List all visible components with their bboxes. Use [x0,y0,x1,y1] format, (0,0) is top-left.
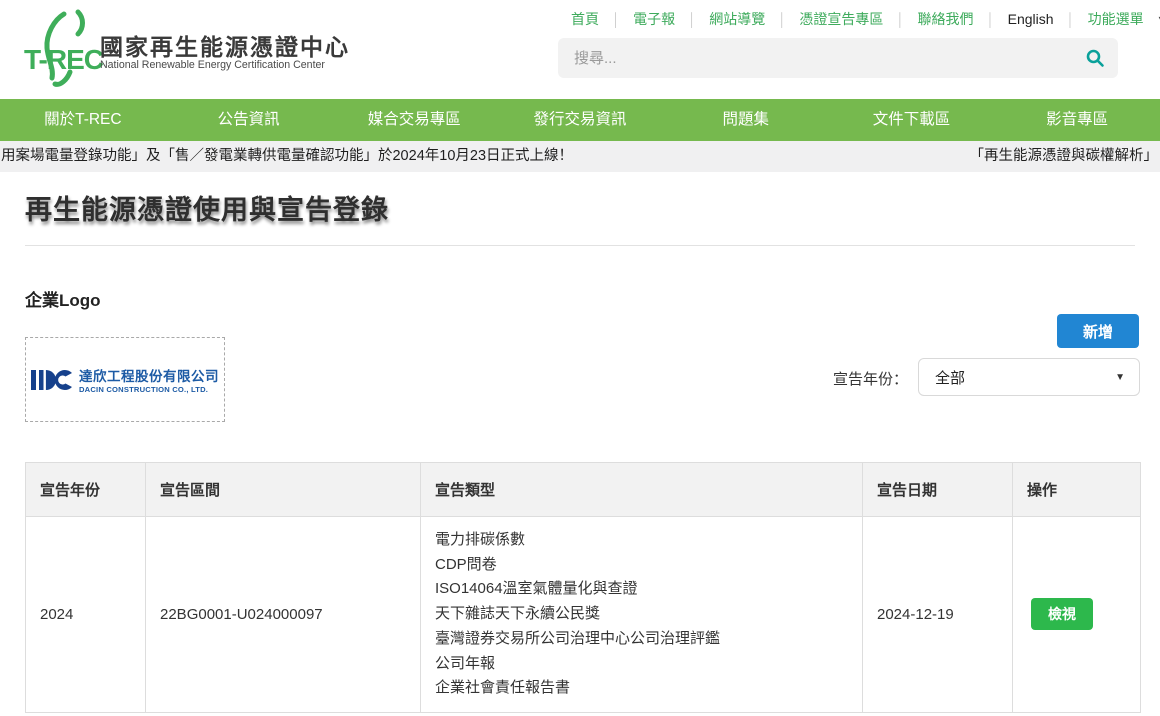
search-input[interactable] [558,50,1072,67]
divider: │ [1067,12,1075,27]
divider: │ [778,12,786,27]
cell-declare-period: 22BG0001-U024000097 [146,517,421,713]
declare-type-item: ISO14064溫室氣體量化與查證 [435,577,848,602]
site-logo[interactable]: T-REC 國家再生能源憑證中心 National Renewable Ener… [0,0,340,99]
declare-type-item: CDP問卷 [435,553,848,578]
company-name-zh: 達欣工程股份有限公司 [79,365,219,385]
brand-title-zh: 國家再生能源憑證中心 [100,28,350,62]
search-button[interactable] [1072,38,1118,78]
top-nav-link-declare-zone[interactable]: 憑證宣告專區 [786,9,896,29]
declare-type-item: 電力排碳係數 [435,528,848,553]
company-logo-heading: 企業Logo [25,286,101,311]
site-header: T-REC 國家再生能源憑證中心 National Renewable Ener… [0,0,1160,99]
header-declare-type: 宣告類型 [421,463,863,517]
search-icon [1085,48,1105,68]
header-declare-year: 宣告年份 [26,463,146,517]
add-button[interactable]: 新增 [1057,314,1139,348]
nav-item-issuance-trade-info[interactable]: 發行交易資訊 [497,99,663,141]
ticker-news-right[interactable]: 「再生能源憑證與碳權解析」 [970,141,1159,172]
divider: │ [896,12,904,27]
nav-item-media-zone[interactable]: 影音專區 [994,99,1160,141]
news-ticker: 用案場電量登錄功能」及「售／發電業轉供電量確認功能」於2024年10月23日正式… [0,141,1160,172]
cell-declare-date: 2024-12-19 [863,517,1013,713]
top-utility-nav: 首頁 │ 電子報 │ 網站導覽 │ 憑證宣告專區 │ 聯絡我們 │ Englis… [558,9,1120,29]
ticker-news-left[interactable]: 用案場電量登錄功能」及「售／發電業轉供電量確認功能」於2024年10月23日正式… [1,141,573,172]
declare-type-item: 臺灣證券交易所公司治理中心公司治理評鑑 [435,627,848,652]
nav-item-faq[interactable]: 問題集 [663,99,829,141]
company-logo-box[interactable]: 達欣工程股份有限公司 DACIN CONSTRUCTION CO., LTD. [25,337,225,422]
brand-name: T-REC [24,44,103,76]
view-button[interactable]: 檢視 [1031,598,1093,630]
company-name-en: DACIN CONSTRUCTION CO., LTD. [79,385,219,394]
top-nav-link-function-menu[interactable]: 功能選單 [1075,9,1157,29]
declare-type-item: 企業社會責任報告書 [435,676,848,701]
declare-type-item: 公司年報 [435,652,848,677]
top-nav-link-home[interactable]: 首頁 [558,9,612,29]
nav-item-about-trec[interactable]: 關於T-REC [0,99,166,141]
nav-item-announcements[interactable]: 公告資訊 [166,99,332,141]
primary-nav: 關於T-REC 公告資訊 媒合交易專區 發行交易資訊 問題集 文件下載區 影音專… [0,99,1160,141]
nav-item-matching-trade-zone[interactable]: 媒合交易專區 [331,99,497,141]
divider: │ [688,12,696,27]
brand-title-en: National Renewable Energy Certification … [100,59,325,71]
top-nav-link-newsletter[interactable]: 電子報 [620,9,688,29]
header-actions: 操作 [1013,463,1141,517]
divider: │ [987,12,995,27]
table-row: 2024 22BG0001-U024000097 電力排碳係數 CDP問卷 IS… [26,517,1141,713]
main-content: 再生能源憑證使用與宣告登錄 企業Logo 新增 達欣工程股份有限公司 DACIN… [0,172,1160,716]
page-title: 再生能源憑證使用與宣告登錄 [25,188,389,227]
year-select-value: 全部 [919,367,1115,388]
divider: │ [612,12,620,27]
company-logo: 達欣工程股份有限公司 DACIN CONSTRUCTION CO., LTD. [31,365,219,394]
top-nav-link-contact[interactable]: 聯絡我們 [905,9,987,29]
dacin-logo-icon [31,367,73,393]
cell-declare-types: 電力排碳係數 CDP問卷 ISO14064溫室氣體量化與查證 天下雜誌天下永續公… [421,517,863,713]
cell-actions: 檢視 [1013,517,1141,713]
declaration-table: 宣告年份 宣告區間 宣告類型 宣告日期 操作 2024 22BG0001-U02… [25,462,1141,713]
top-nav-link-english[interactable]: English [995,11,1067,27]
year-filter-label: 宣告年份： [833,368,908,389]
header-declare-period: 宣告區間 [146,463,421,517]
caret-down-icon: ▼ [1115,372,1139,383]
header-declare-date: 宣告日期 [863,463,1013,517]
top-nav-link-sitemap[interactable]: 網站導覽 [696,9,778,29]
table-header-row: 宣告年份 宣告區間 宣告類型 宣告日期 操作 [26,463,1141,517]
divider [25,245,1135,246]
cell-declare-year: 2024 [26,517,146,713]
declare-type-item: 天下雜誌天下永續公民獎 [435,602,848,627]
nav-item-downloads[interactable]: 文件下載區 [829,99,995,141]
search-bar [558,38,1118,78]
declare-year-select[interactable]: 全部 ▼ [918,358,1140,396]
